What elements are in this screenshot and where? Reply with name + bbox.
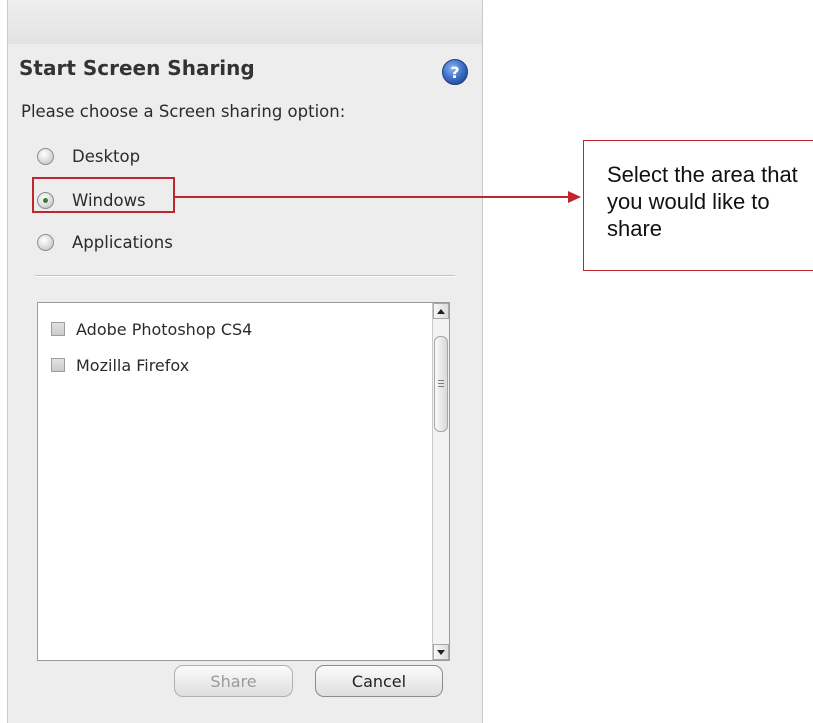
arrow-down-icon (437, 649, 445, 655)
arrow-up-icon (437, 308, 445, 314)
question-mark-help-icon[interactable]: ? (441, 58, 469, 86)
option-desktop-label: Desktop (72, 146, 141, 166)
callout-text: Select the area that you would like to s… (607, 162, 798, 241)
radio-desktop[interactable] (37, 147, 54, 165)
option-applications-label: Applications (72, 232, 173, 252)
arrow-right-icon (568, 191, 581, 203)
sharing-option-prompt: Please choose a Screen sharing option: (21, 102, 346, 121)
window-list[interactable]: Adobe Photoshop CS4 Mozilla Firefox (37, 302, 450, 661)
option-applications[interactable]: Applications (37, 229, 173, 255)
list-item-firefox[interactable]: Mozilla Firefox (51, 354, 189, 376)
svg-text:?: ? (450, 63, 459, 82)
list-item-label: Mozilla Firefox (76, 355, 190, 375)
list-scrollbar[interactable] (432, 303, 449, 660)
scroll-down-button[interactable] (433, 644, 449, 660)
scroll-up-button[interactable] (433, 303, 449, 319)
annotation-callout: Select the area that you would like to s… (583, 140, 813, 271)
annotation-connector-line (175, 196, 572, 198)
option-desktop[interactable]: Desktop (37, 143, 140, 169)
cancel-button[interactable]: Cancel (315, 665, 443, 697)
list-item-label: Adobe Photoshop CS4 (76, 319, 253, 339)
radio-applications[interactable] (37, 233, 54, 251)
scroll-thumb[interactable] (434, 336, 448, 432)
share-button[interactable]: Share (174, 665, 293, 697)
list-item-photoshop[interactable]: Adobe Photoshop CS4 (51, 318, 252, 340)
divider (35, 275, 455, 277)
grip-icon (438, 380, 444, 388)
windows-option-highlight (32, 177, 175, 213)
panel-header-strip (7, 0, 483, 45)
checkbox-firefox[interactable] (51, 358, 65, 372)
panel-title: Start Screen Sharing (19, 56, 255, 80)
screen-sharing-panel: Start Screen Sharing ? Please choose a S… (7, 44, 483, 723)
checkbox-photoshop[interactable] (51, 322, 65, 336)
